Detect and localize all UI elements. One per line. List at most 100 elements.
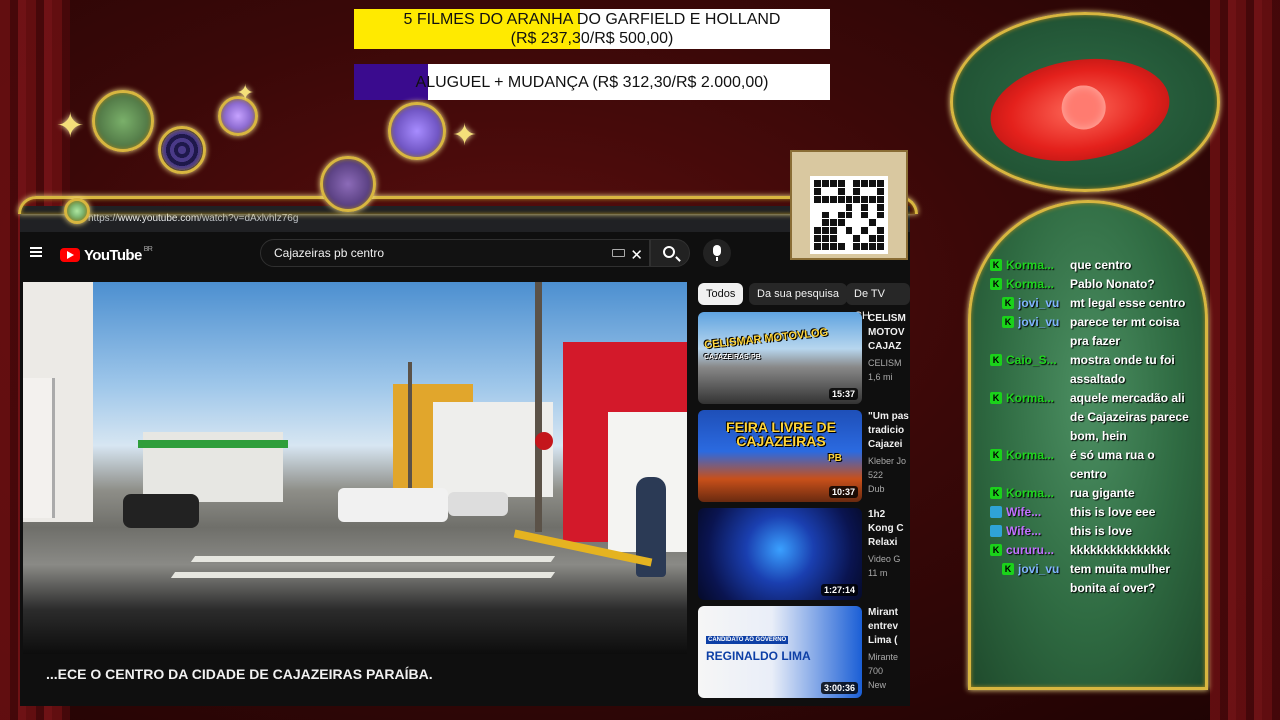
qr-module xyxy=(869,235,877,243)
chat-message: K Korma... Pablo Nonato? xyxy=(990,275,1190,294)
emote-orb-spiral xyxy=(158,126,206,174)
chat-text: parece ter mt coisa pra fazer xyxy=(1070,315,1180,348)
qr-module xyxy=(845,211,853,219)
emote-orb-face-2 xyxy=(320,156,376,212)
related-3-title-line: Relaxi xyxy=(868,537,898,548)
related-3-thumbnail: 1:27:14 xyxy=(698,508,862,600)
related-3-title-line: Kong C xyxy=(868,523,904,534)
qr-module xyxy=(853,227,860,234)
related-4-meta: Mirante 700 New xyxy=(868,650,898,692)
qr-module xyxy=(821,235,829,243)
stop-sign xyxy=(535,432,553,450)
related-1-meta: CELISM 1,6 mi xyxy=(868,356,902,384)
hamburger-icon[interactable] xyxy=(30,247,42,249)
qr-module xyxy=(877,243,884,250)
pharmacy-sign xyxy=(23,378,55,518)
qr-module xyxy=(829,227,837,235)
related-2-title-line: "Um pas xyxy=(868,411,909,422)
qr-module xyxy=(846,243,853,250)
chat-text: aquele mercadão ali de Cajazeiras parece… xyxy=(1070,391,1189,443)
search-button[interactable] xyxy=(650,239,690,267)
qr-module xyxy=(814,187,821,195)
qr-module xyxy=(846,188,853,195)
qr-module xyxy=(821,211,829,219)
chat-username[interactable]: Korma... xyxy=(1006,446,1062,484)
qr-module xyxy=(861,227,869,235)
kick-badge-icon: K xyxy=(990,449,1002,461)
chip-tv-channel[interactable]: De TV CH xyxy=(846,283,910,322)
chip-all[interactable]: Todos xyxy=(698,283,744,305)
related-2-thumbnail: FEIRA LIVRE DE CAJAZEIRAS PB 10:37 xyxy=(698,410,862,502)
chat-username[interactable]: jovi_vu xyxy=(1018,294,1062,313)
qr-module xyxy=(853,235,861,243)
qr-module xyxy=(838,204,845,211)
qr-module xyxy=(829,235,837,243)
keyboard-icon[interactable] xyxy=(612,249,625,257)
chat-message: Kjovi_vu parece ter mt coisa pra fazer xyxy=(990,313,1190,351)
chat-username[interactable]: Wife... xyxy=(1006,503,1062,522)
sparkle-icon: ✦ xyxy=(452,119,478,152)
related-4-duration: 3:00:36 xyxy=(820,682,858,694)
qr-module xyxy=(821,180,829,187)
qr-module xyxy=(846,219,853,226)
url-domain: www.youtube.com xyxy=(118,213,200,224)
qr-module xyxy=(814,227,821,235)
qr-code[interactable] xyxy=(810,176,888,254)
youtube-logo[interactable]: YouTube BR xyxy=(60,245,153,265)
chat-username[interactable]: Korma... xyxy=(1006,389,1062,446)
related-2-views: 522 xyxy=(868,470,884,480)
chat-username[interactable]: Korma... xyxy=(1006,484,1062,503)
chat-username[interactable]: Korma... xyxy=(1006,275,1062,294)
chat-username[interactable]: Korma... xyxy=(1006,256,1062,275)
qr-module xyxy=(845,195,853,203)
chat-username[interactable]: cururu... xyxy=(1006,541,1062,560)
qr-module xyxy=(814,243,821,250)
qr-module xyxy=(861,195,869,203)
qr-module xyxy=(837,195,845,203)
qr-module xyxy=(821,227,829,235)
qr-module xyxy=(846,235,853,242)
related-2-meta: Kleber Jo 522 Dub xyxy=(868,454,906,496)
chat-text: this is love xyxy=(1070,524,1133,538)
qr-module xyxy=(877,203,884,211)
qr-module xyxy=(869,180,877,187)
chat-list: K Korma... que centro K Korma... Pablo Nonato… xyxy=(990,256,1190,598)
qr-module xyxy=(821,243,829,250)
related-2-title: "Um pas tradicio Cajazei xyxy=(868,410,910,452)
chat-username[interactable]: jovi_vu xyxy=(1018,560,1062,598)
voice-search-button[interactable] xyxy=(703,239,731,267)
chat-username[interactable]: jovi_vu xyxy=(1018,313,1062,351)
related-video-2[interactable]: FEIRA LIVRE DE CAJAZEIRAS PB 10:37 "Um p… xyxy=(698,410,910,502)
search-input[interactable]: Cajazeiras pb centro ✕ xyxy=(260,239,650,267)
video-player[interactable] xyxy=(23,282,687,654)
qr-module xyxy=(877,219,884,226)
chat-username[interactable]: Caio_S... xyxy=(1006,351,1062,389)
close-icon[interactable]: ✕ xyxy=(630,243,643,269)
qr-module xyxy=(869,212,876,219)
utility-pole xyxy=(535,282,542,532)
qr-module xyxy=(877,187,884,195)
related-video-1[interactable]: CELISMAR MOTOVLOG CAJAZEIRAS-PB 15:37 CE… xyxy=(698,312,910,404)
chat-username[interactable]: Wife... xyxy=(1006,522,1062,541)
chat-text: rua gigante xyxy=(1070,486,1135,500)
related-3-title: 1h2 Kong C Relaxi xyxy=(868,508,910,550)
related-2-thumb-text: FEIRA LIVRE DE CAJAZEIRAS xyxy=(726,419,836,449)
related-video-4[interactable]: REGINALDO LIMA CANDIDATO AO GOVERNO 3:00… xyxy=(698,606,910,698)
curtain-right xyxy=(1210,0,1280,720)
black-car xyxy=(123,494,199,528)
goal-1-amounts: (R$ 237,30/R$ 500,00) xyxy=(510,30,674,47)
kick-badge-icon xyxy=(990,506,1002,518)
related-2-badge: Dub xyxy=(868,484,885,494)
qr-module xyxy=(837,211,845,219)
white-car xyxy=(448,492,508,516)
chat-message: Wife... this is love xyxy=(990,522,1190,541)
browser-window: https://www.youtube.com/watch?v=dAxlvhlz… xyxy=(20,206,910,706)
chip-from-search[interactable]: Da sua pesquisa xyxy=(749,283,847,305)
emote-orb-small xyxy=(64,198,90,224)
related-1-thumb-text: CELISMAR MOTOVLOG xyxy=(703,326,829,352)
qr-module xyxy=(869,243,877,250)
kick-badge-icon: K xyxy=(990,392,1002,404)
qr-module xyxy=(822,188,829,195)
related-video-3[interactable]: 1:27:14 1h2 Kong C Relaxi Video G 11 m xyxy=(698,508,910,600)
related-3-views: 11 m xyxy=(868,568,888,578)
